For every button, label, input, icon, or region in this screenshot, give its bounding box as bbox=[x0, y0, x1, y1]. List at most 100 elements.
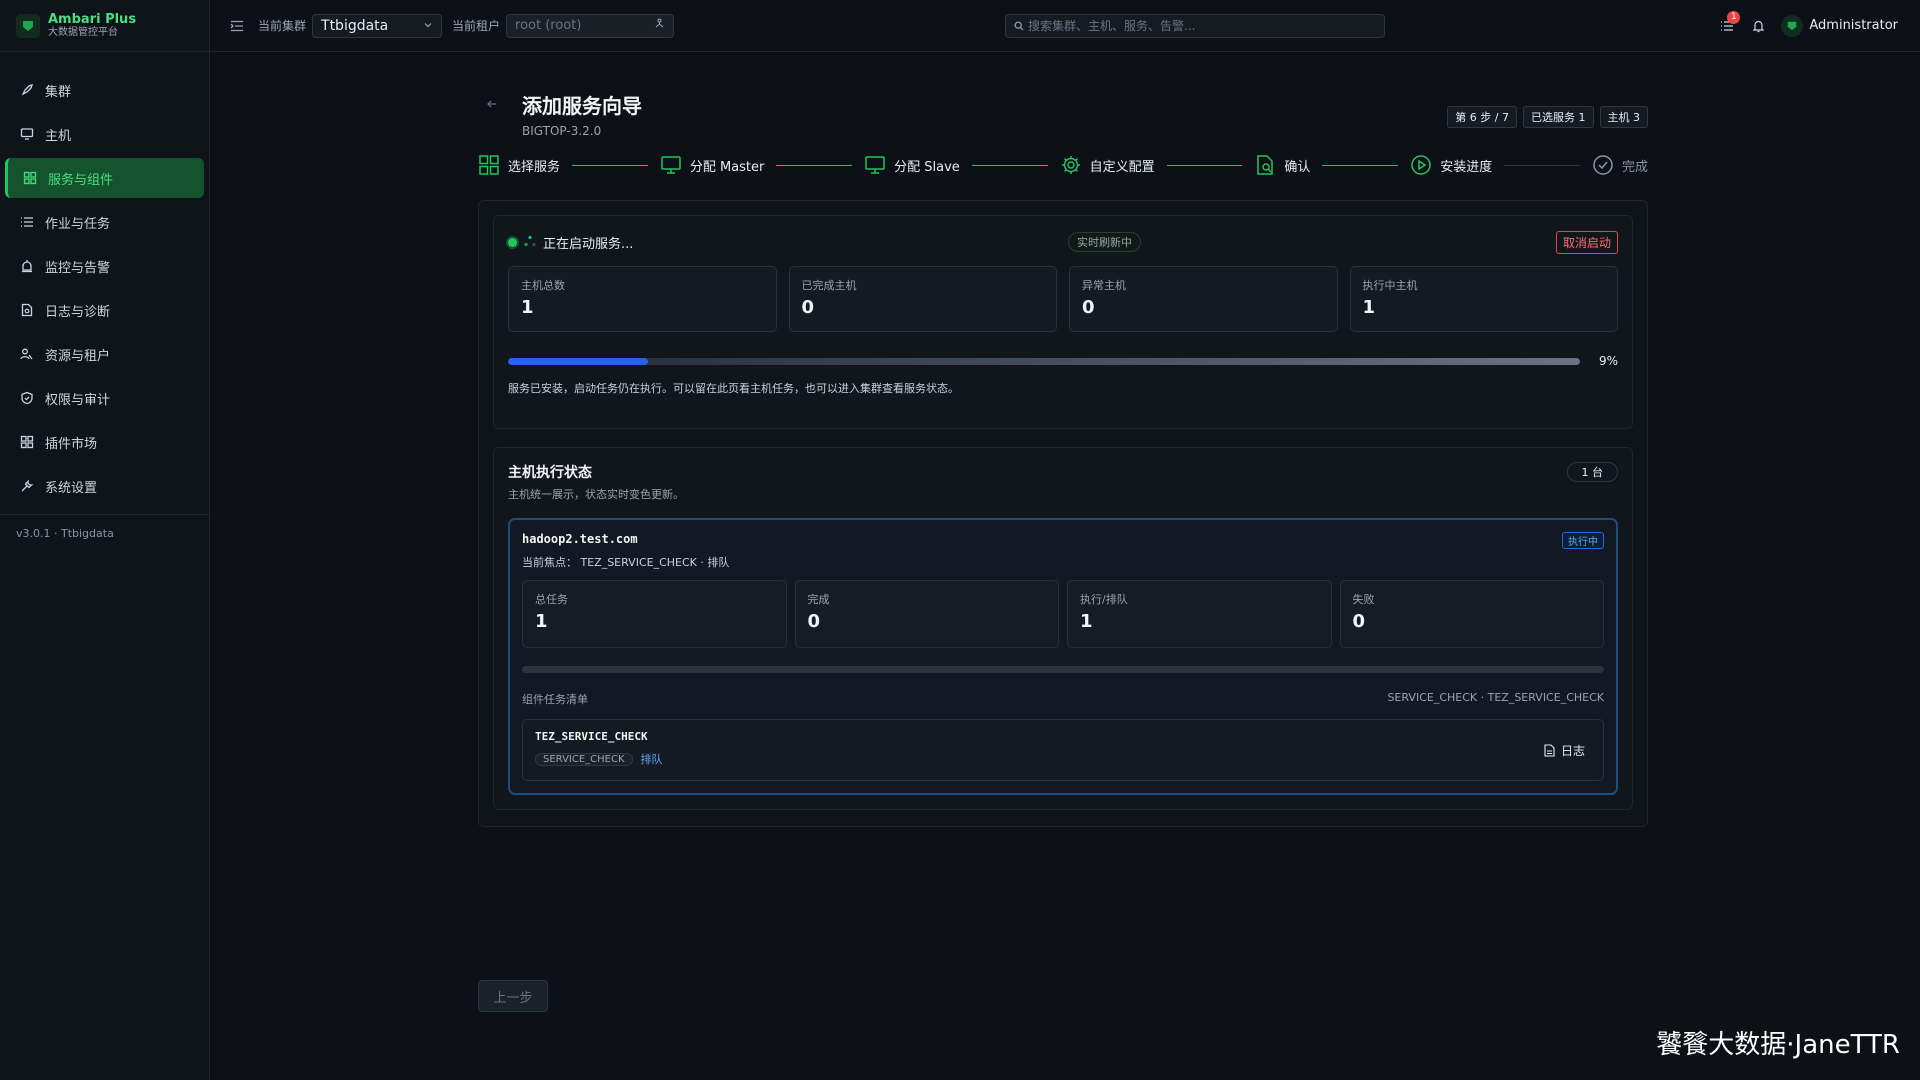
sidebar-item-permissions[interactable]: 权限与审计 bbox=[5, 378, 204, 418]
check-circle-icon bbox=[1593, 155, 1613, 175]
stat-label: 主机总数 bbox=[521, 279, 565, 292]
stat-value: 1 bbox=[521, 297, 534, 318]
bell-icon[interactable] bbox=[1752, 19, 1765, 33]
log-button[interactable]: 日志 bbox=[1544, 742, 1585, 759]
stat-value: 1 bbox=[1080, 611, 1093, 632]
file-search-icon bbox=[1257, 155, 1274, 175]
monitor-icon bbox=[865, 156, 885, 174]
stat-label: 执行/排队 bbox=[1080, 593, 1128, 606]
task-list-title: 组件任务清单 bbox=[522, 693, 588, 706]
progress-bar bbox=[508, 357, 1580, 365]
stat-value: 1 bbox=[1362, 297, 1376, 318]
sidebar-item-hosts[interactable]: 主机 bbox=[5, 114, 204, 154]
host-status-badge: 执行中 bbox=[1562, 532, 1604, 549]
sidebar-item-label: 监控与告警 bbox=[45, 260, 111, 276]
stat-label: 执行中主机 bbox=[1362, 279, 1418, 292]
list-icon bbox=[19, 214, 35, 230]
sidebar-item-label: 主机 bbox=[45, 128, 72, 144]
sidebar-item-cluster[interactable]: 集群 bbox=[5, 70, 204, 110]
step-label: 完成 bbox=[1622, 159, 1649, 175]
search-input[interactable]: 搜索集群、主机、服务、告警... bbox=[1005, 13, 1385, 38]
step-confirm[interactable]: 确认 bbox=[1254, 154, 1310, 176]
step-install-progress[interactable]: 安装进度 bbox=[1410, 154, 1492, 176]
stack-version: BIGTOP-3.2.0 bbox=[522, 124, 602, 138]
gear-icon bbox=[1061, 156, 1080, 174]
cluster-select-value: Ttbigdata bbox=[321, 17, 389, 34]
monitor-icon bbox=[19, 126, 35, 142]
file-search-icon bbox=[19, 302, 35, 318]
step-connector bbox=[776, 164, 853, 166]
version-text: v3.0.1 · Ttbigdata bbox=[0, 514, 209, 552]
stat-value: 0 bbox=[1082, 297, 1095, 318]
step-label: 自定义配置 bbox=[1089, 159, 1155, 175]
watermark: 饕餮大数据·JaneTTR bbox=[1656, 1030, 1900, 1060]
sidebar-item-plugins[interactable]: 插件市场 bbox=[5, 422, 204, 462]
wizard-chips: 第 6 步 / 7 已选服务 1 主机 3 bbox=[1447, 106, 1648, 128]
stat-value: 0 bbox=[801, 297, 815, 318]
monitor-icon bbox=[661, 156, 681, 174]
brand[interactable]: Ambari Plus 大数据管控平台 bbox=[0, 0, 209, 52]
tenant-placeholder: root (root) bbox=[515, 18, 582, 33]
sidebar-item-monitoring[interactable]: 监控与告警 bbox=[5, 246, 204, 286]
hosts-chip: 主机 3 bbox=[1599, 106, 1648, 128]
section-header: 主机执行状态 主机统一展示，状态实时变色更新。 1 台 bbox=[508, 462, 1618, 502]
progress-fill bbox=[508, 357, 648, 365]
step-label: 确认 bbox=[1284, 159, 1311, 175]
task-list-filter: SERVICE_CHECK · TEZ_SERVICE_CHECK bbox=[1387, 691, 1604, 704]
step-connector bbox=[1322, 164, 1399, 166]
step-select-services[interactable]: 选择服务 bbox=[478, 154, 560, 176]
tasks-icon[interactable]: 1 bbox=[1720, 10, 1741, 33]
progress-row: 9% bbox=[508, 354, 1618, 368]
users-icon bbox=[19, 346, 35, 362]
stat-label: 异常主机 bbox=[1082, 279, 1126, 292]
stat-value: 1 bbox=[535, 611, 548, 632]
progress-note: 服务已安装，启动任务仍在执行。可以留在此页看主机任务，也可以进入集群查看服务状态… bbox=[508, 382, 959, 395]
topbar: 当前集群 Ttbigdata 当前租户 root (root) 搜索集群、主机、… bbox=[210, 0, 1920, 52]
cancel-start-button[interactable]: 取消启动 bbox=[1555, 230, 1618, 254]
shield-icon bbox=[19, 390, 35, 406]
hosts-section: 主机执行状态 主机统一展示，状态实时变色更新。 1 台 hadoop2.test… bbox=[493, 447, 1633, 810]
alarm-icon bbox=[19, 258, 35, 274]
chevron-down-icon bbox=[423, 18, 433, 34]
status-dot bbox=[508, 237, 517, 247]
sidebar-item-logs[interactable]: 日志与诊断 bbox=[5, 290, 204, 330]
play-circle-icon bbox=[1411, 155, 1431, 175]
step-custom-config[interactable]: 自定义配置 bbox=[1060, 154, 1155, 176]
step-assign-slave[interactable]: 分配 Slave bbox=[864, 154, 960, 176]
sidebar-item-label: 日志与诊断 bbox=[45, 304, 111, 320]
sidebar-item-services[interactable]: 服务与组件 bbox=[5, 158, 204, 198]
tenant-input[interactable]: root (root) bbox=[506, 13, 675, 38]
stat-label: 完成 bbox=[807, 593, 830, 606]
search-placeholder: 搜索集群、主机、服务、告警... bbox=[1028, 19, 1196, 33]
sidebar-toggle-icon[interactable] bbox=[230, 19, 244, 33]
previous-step-button[interactable]: 上一步 bbox=[478, 980, 548, 1012]
step-label: 安装进度 bbox=[1440, 159, 1493, 175]
user-name[interactable]: Administrator bbox=[1809, 18, 1898, 33]
sidebar-item-label: 权限与审计 bbox=[45, 392, 111, 408]
step-finish[interactable]: 完成 bbox=[1592, 154, 1648, 176]
logo-icon bbox=[16, 13, 40, 38]
cluster-select[interactable]: Ttbigdata bbox=[312, 13, 443, 38]
host-header: hadoop2.test.com 执行中 bbox=[522, 532, 1604, 549]
sidebar-nav: 集群 主机 服务与组件 作业与任务 监控与告警 日志与诊断 资源与租户 权限与审… bbox=[0, 52, 209, 506]
section-title: 主机执行状态 bbox=[508, 465, 592, 481]
step-label: 分配 Slave bbox=[894, 159, 960, 175]
task-item: TEZ_SERVICE_CHECK SERVICE_CHECK 排队 日志 bbox=[522, 719, 1604, 781]
sidebar-item-jobs[interactable]: 作业与任务 bbox=[5, 202, 204, 242]
sidebar-item-settings[interactable]: 系统设置 bbox=[5, 466, 204, 506]
host-name: hadoop2.test.com bbox=[522, 532, 638, 546]
host-stats: 主机总数 1 已完成主机 0 异常主机 0 执行中主机 1 bbox=[508, 266, 1618, 332]
cluster-label: 当前集群 bbox=[258, 19, 307, 33]
back-arrow-icon[interactable] bbox=[486, 98, 498, 114]
avatar[interactable] bbox=[1781, 14, 1804, 37]
step-assign-master[interactable]: 分配 Master bbox=[660, 154, 764, 176]
sidebar-item-resources[interactable]: 资源与租户 bbox=[5, 334, 204, 374]
stat-value: 0 bbox=[1352, 611, 1366, 632]
wizard-steps: 选择服务 分配 Master 分配 Slave 自定义配置 确认 安装进度 完成 bbox=[478, 144, 1648, 186]
sidebar-item-label: 插件市场 bbox=[45, 436, 98, 452]
wizard-body: 正在启动服务... 实时刷新中 取消启动 主机总数 1 已完成主机 0 异常主机… bbox=[478, 200, 1648, 827]
host-card[interactable]: hadoop2.test.com 执行中 当前焦点： TEZ_SERVICE_C… bbox=[508, 518, 1618, 795]
host-count-chip: 1 台 bbox=[1566, 462, 1618, 482]
status-text: 正在启动服务... bbox=[543, 236, 634, 252]
sidebar-item-label: 作业与任务 bbox=[45, 216, 111, 232]
